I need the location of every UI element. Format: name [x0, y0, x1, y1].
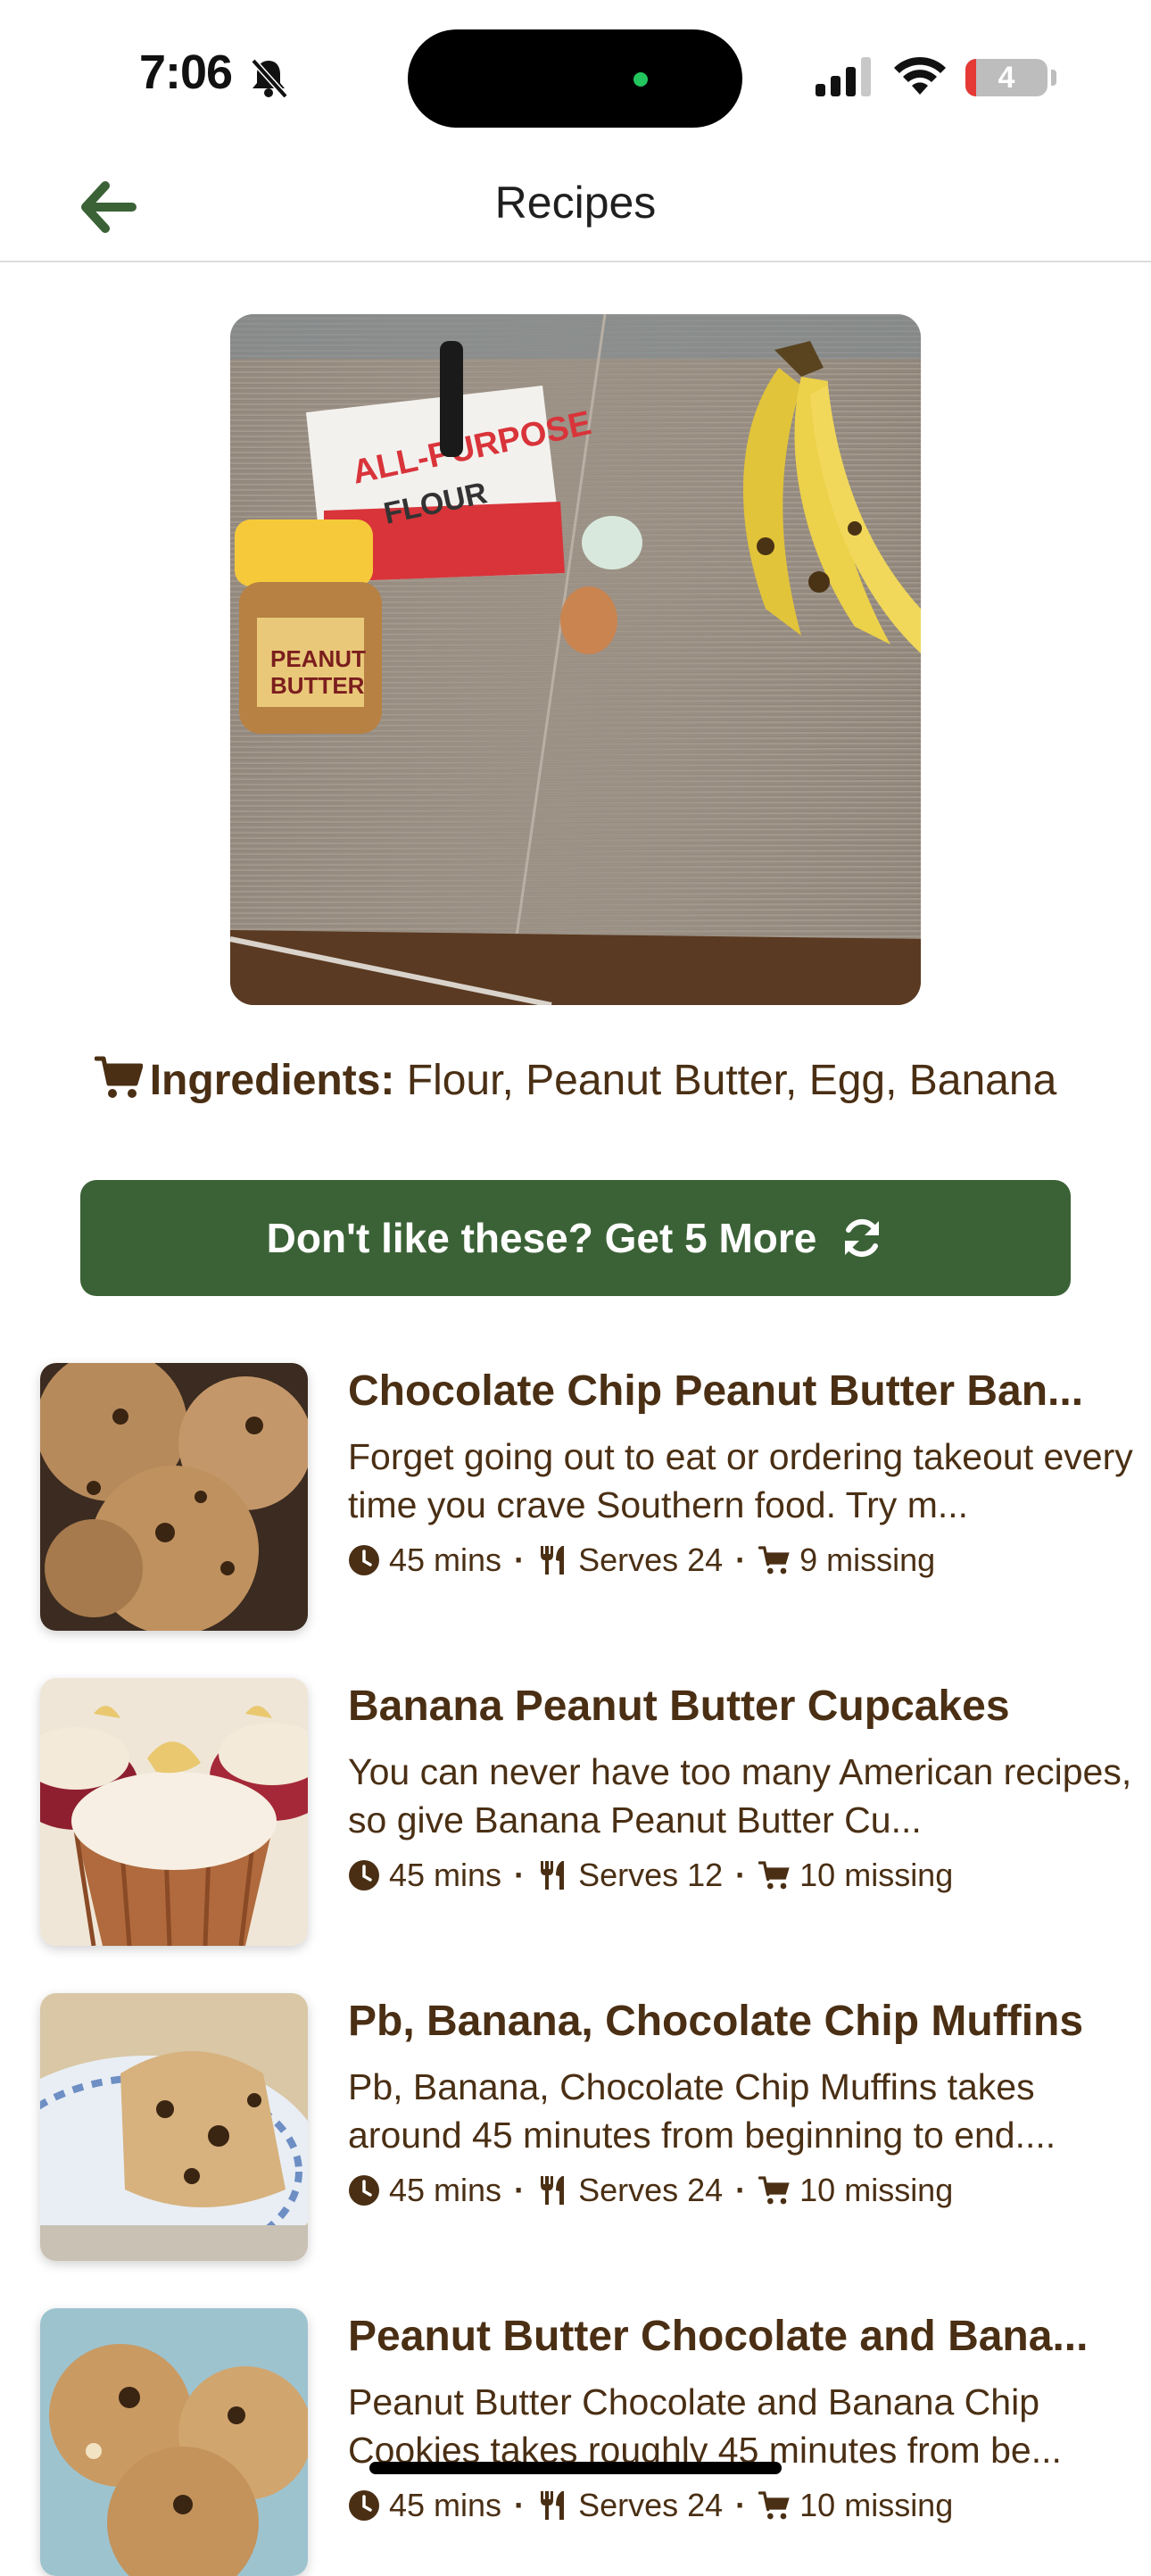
recipe-card[interactable]: Chocolate Chip Peanut Butter Ban... Forg… — [40, 1363, 1133, 1631]
utensils-icon — [541, 2176, 565, 2205]
recipe-thumbnail — [40, 1363, 308, 1631]
camera-indicator — [633, 72, 648, 87]
recipe-thumbnail — [40, 2308, 308, 2576]
recipe-meta: 45 mins · Serves 12 · 10 missing — [348, 1857, 953, 1894]
recipe-serves: Serves 12 — [578, 1857, 724, 1893]
recipe-time: 45 mins — [389, 2172, 502, 2208]
meta-separator: · — [735, 2487, 747, 2523]
recipe-description: Peanut Butter Chocolate and Banana Chip … — [348, 2381, 1062, 2471]
recipe-title: Banana Peanut Butter Cupcakes — [348, 1683, 1010, 1730]
recipe-description: You can never have too many American rec… — [348, 1751, 1132, 1841]
meta-separator: · — [735, 1857, 747, 1893]
meta-separator: · — [514, 1541, 526, 1578]
cart-icon — [94, 1056, 143, 1098]
utensils-icon — [541, 1861, 565, 1890]
signal-icon — [816, 57, 871, 96]
recipe-missing: 10 missing — [799, 2172, 954, 2208]
recipe-description: Pb, Banana, Chocolate Chip Muffins takes… — [348, 2066, 1056, 2156]
recipe-description: Forget going out to eat or ordering take… — [348, 1436, 1133, 1525]
clock-icon — [349, 2490, 379, 2521]
recipe-thumbnail — [40, 1678, 308, 1946]
recipe-meta: 45 mins · Serves 24 · 10 missing — [348, 2172, 953, 2209]
recipe-serves: Serves 24 — [578, 1541, 724, 1578]
home-indicator[interactable] — [369, 2462, 782, 2474]
recipe-title: Pb, Banana, Chocolate Chip Muffins — [348, 1998, 1084, 2045]
ingredients-label: Ingredients: — [149, 1057, 395, 1104]
utensils-icon — [541, 1546, 565, 1575]
recipe-thumbnail — [40, 1993, 308, 2261]
recipe-meta: 45 mins · Serves 24 · 10 missing — [348, 2487, 953, 2524]
refresh-icon — [845, 1218, 880, 1258]
dynamic-island — [408, 29, 742, 128]
bell-slash-icon — [251, 58, 288, 99]
recipe-title: Peanut Butter Chocolate and Bana... — [348, 2313, 1089, 2360]
clock-icon — [349, 2175, 379, 2206]
get-more-label: Don't like these? Get 5 More — [266, 1215, 817, 1261]
meta-separator: · — [514, 2172, 526, 2208]
clock-icon — [349, 1545, 379, 1575]
meta-separator: · — [514, 2487, 526, 2523]
recipe-serves: Serves 24 — [578, 2487, 724, 2523]
ingredients-line: Ingredients: Flour, Peanut Butter, Egg, … — [0, 1055, 1151, 1105]
recipe-card[interactable]: Peanut Butter Chocolate and Bana... Pean… — [40, 2308, 1111, 2576]
battery-icon: 4 — [965, 59, 1047, 96]
recipe-card[interactable]: Banana Peanut Butter Cupcakes You can ne… — [40, 1678, 1131, 1946]
svg-text:BUTTER: BUTTER — [270, 672, 365, 699]
wifi-icon — [894, 56, 946, 95]
recipe-time: 45 mins — [389, 2487, 502, 2523]
cart-icon — [758, 2491, 790, 2520]
meta-separator: · — [735, 2172, 747, 2208]
cart-icon — [758, 1546, 790, 1575]
battery-percent: 4 — [998, 61, 1015, 95]
meta-separator: · — [514, 1857, 526, 1893]
utensils-icon — [541, 2491, 565, 2520]
battery-tip — [1051, 70, 1056, 86]
recipe-card[interactable]: Pb, Banana, Chocolate Chip Muffins Pb, B… — [40, 1993, 1111, 2261]
status-bar: 7:06 4 — [0, 0, 1151, 152]
recipe-missing: 9 missing — [799, 1541, 936, 1578]
status-time: 7:06 — [139, 46, 233, 99]
recipe-time: 45 mins — [389, 1857, 502, 1893]
meta-separator: · — [735, 1541, 747, 1578]
nav-bar: Recipes — [0, 152, 1151, 262]
page-title: Recipes — [494, 178, 657, 228]
get-more-recipes-button[interactable]: Don't like these? Get 5 More — [80, 1180, 1071, 1296]
recipe-missing: 10 missing — [799, 2487, 954, 2523]
ingredients-photo: ALL-PURPOSE FLOUR PEANUT BUTTER — [230, 314, 921, 1005]
svg-text:PEANUT: PEANUT — [270, 645, 366, 672]
recipe-time: 45 mins — [389, 1541, 502, 1578]
ingredients-list: Flour, Peanut Butter, Egg, Banana — [406, 1057, 1057, 1104]
recipe-missing: 10 missing — [799, 1857, 954, 1893]
recipe-title: Chocolate Chip Peanut Butter Ban... — [348, 1367, 1084, 1415]
recipe-serves: Serves 24 — [578, 2172, 724, 2208]
clock-icon — [349, 1860, 379, 1890]
recipe-meta: 45 mins · Serves 24 · 9 missing — [348, 1541, 935, 1579]
cart-icon — [758, 2176, 790, 2205]
cart-icon — [758, 1861, 790, 1890]
